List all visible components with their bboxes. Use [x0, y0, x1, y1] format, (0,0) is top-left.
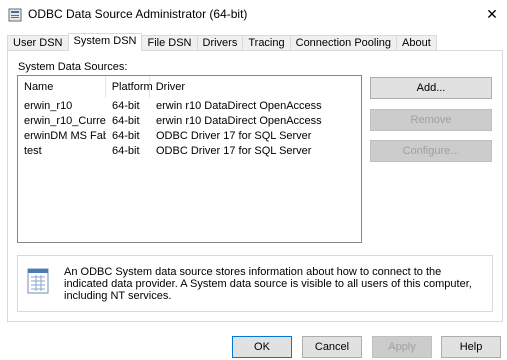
- column-header-platform[interactable]: Platform: [106, 76, 153, 98]
- dsn-name: erwin_r10: [24, 100, 73, 112]
- ok-button[interactable]: OK: [232, 336, 292, 358]
- tab-strip: User DSN System DSN File DSN Drivers Tra…: [7, 33, 437, 51]
- window-title: ODBC Data Source Administrator (64-bit): [28, 7, 248, 21]
- list-item[interactable]: erwinDM MS Fabric 64-bit ODBC Driver 17 …: [18, 129, 361, 144]
- dsn-platform: 64-bit: [112, 100, 140, 112]
- list-item[interactable]: erwin_r10_Current 64-bit erwin r10 DataD…: [18, 114, 361, 129]
- odbc-app-icon: [8, 8, 22, 22]
- column-header-driver[interactable]: Driver: [150, 76, 361, 98]
- tab-file-dsn[interactable]: File DSN: [141, 35, 198, 51]
- configure-button[interactable]: Configure...: [370, 140, 492, 162]
- list-item[interactable]: test 64-bit ODBC Driver 17 for SQL Serve…: [18, 144, 361, 159]
- title-bar: ODBC Data Source Administrator (64-bit) …: [0, 0, 507, 30]
- close-window-button[interactable]: ✕: [477, 0, 507, 28]
- tab-system-dsn[interactable]: System DSN: [67, 33, 143, 51]
- dsn-name: erwin_r10_Current: [24, 115, 106, 127]
- data-source-icon: [27, 268, 49, 294]
- dsn-driver: ODBC Driver 17 for SQL Server: [156, 130, 312, 142]
- dsn-platform: 64-bit: [112, 145, 140, 157]
- cancel-button[interactable]: Cancel: [302, 336, 362, 358]
- tab-user-dsn[interactable]: User DSN: [7, 35, 69, 51]
- dsn-name: test: [24, 145, 42, 157]
- list-header: Name Platform Driver: [18, 76, 361, 98]
- dsn-platform: 64-bit: [112, 130, 140, 142]
- close-icon: ✕: [486, 5, 498, 22]
- add-button[interactable]: Add...: [370, 77, 492, 99]
- dsn-platform: 64-bit: [112, 115, 140, 127]
- tab-drivers[interactable]: Drivers: [196, 35, 244, 51]
- system-data-sources-label: System Data Sources:: [18, 61, 128, 73]
- dsn-driver: ODBC Driver 17 for SQL Server: [156, 145, 312, 157]
- tab-connection-pooling[interactable]: Connection Pooling: [289, 35, 398, 51]
- apply-button[interactable]: Apply: [372, 336, 432, 358]
- remove-button[interactable]: Remove: [370, 109, 492, 131]
- dsn-driver: erwin r10 DataDirect OpenAccess: [156, 115, 322, 127]
- odbc-admin-window: ODBC Data Source Administrator (64-bit) …: [0, 0, 507, 360]
- help-button[interactable]: Help: [441, 336, 501, 358]
- system-dsn-list[interactable]: Name Platform Driver erwin_r10 64-bit er…: [17, 75, 362, 243]
- dsn-name: erwinDM MS Fabric: [24, 130, 106, 142]
- list-rows: erwin_r10 64-bit erwin r10 DataDirect Op…: [18, 99, 361, 159]
- tab-about[interactable]: About: [396, 35, 437, 51]
- dsn-driver: erwin r10 DataDirect OpenAccess: [156, 100, 322, 112]
- info-text: An ODBC System data source stores inform…: [64, 266, 472, 302]
- list-item[interactable]: erwin_r10 64-bit erwin r10 DataDirect Op…: [18, 99, 361, 114]
- column-header-name[interactable]: Name: [18, 76, 106, 98]
- tab-tracing[interactable]: Tracing: [242, 35, 291, 51]
- info-box: An ODBC System data source stores inform…: [17, 255, 493, 312]
